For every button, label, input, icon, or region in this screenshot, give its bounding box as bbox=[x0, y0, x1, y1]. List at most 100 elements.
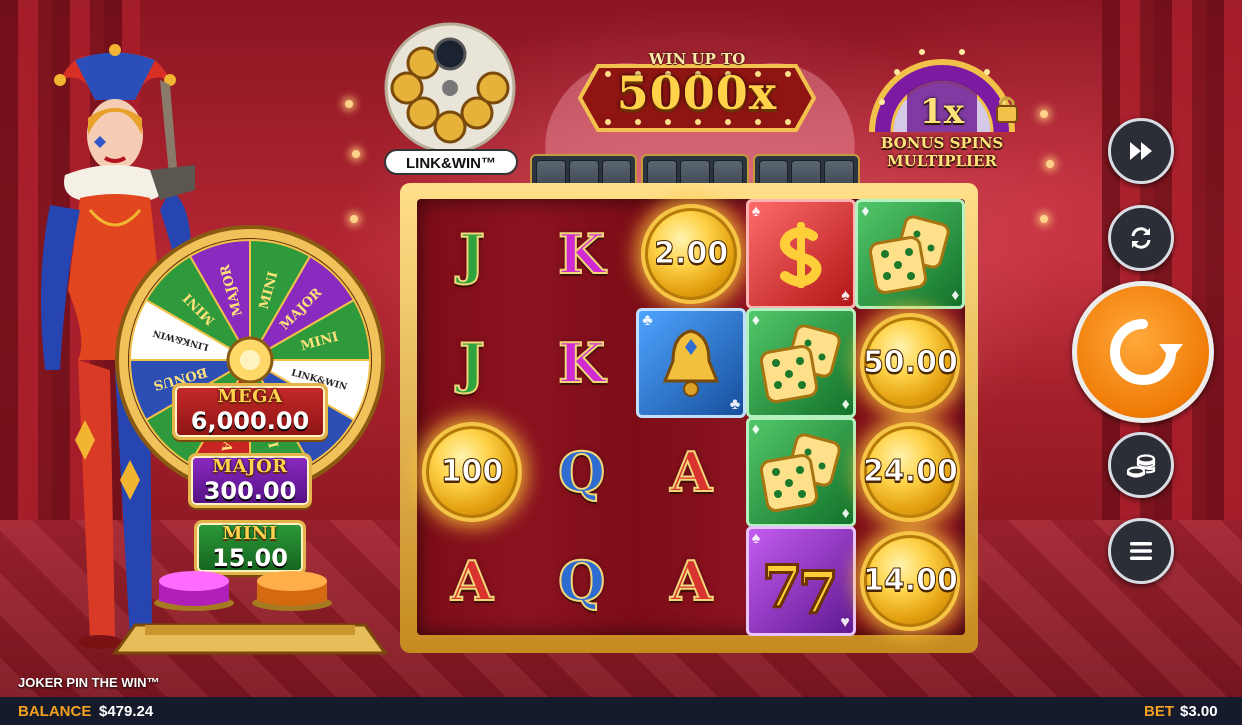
reel-symbol-bell: ♣ ♣ bbox=[636, 307, 747, 418]
suit-icon: ♣ bbox=[729, 395, 741, 413]
reel-symbol-k: K bbox=[527, 308, 637, 417]
marquee-light bbox=[1040, 110, 1048, 118]
turbo-button[interactable] bbox=[1108, 118, 1174, 184]
reel-frame: J K 2.00 ♠ ♠ ♦ ♦ J K ♣ ♣ ♦ ♦ 50.00 100 Q A ♦ ♦ 24.00 A Q A 7 7 ♠ ♥… bbox=[400, 183, 978, 653]
fast-forward-icon bbox=[1130, 142, 1152, 160]
bet-button[interactable] bbox=[1108, 432, 1174, 498]
dice-icon: ♦ ♦ bbox=[745, 307, 856, 418]
reel-symbol-a: A bbox=[417, 526, 527, 635]
reel-symbol-j: J bbox=[417, 308, 527, 417]
dice-icon: ♦ ♦ bbox=[745, 416, 856, 527]
cash-coin: 2.00 bbox=[636, 199, 746, 308]
reel-symbol-q: Q bbox=[527, 417, 637, 526]
reel-symbol-k: K bbox=[527, 199, 637, 308]
game-title: JOKER PIN THE WIN™ bbox=[18, 675, 160, 690]
wheel-stand bbox=[112, 623, 388, 655]
suit-icon: ♦ bbox=[841, 395, 850, 413]
suit-icon: ♦ bbox=[751, 311, 760, 329]
symbol-letter: K bbox=[557, 221, 606, 287]
symbol-letter: A bbox=[669, 439, 713, 505]
coin-icon: 50.00 bbox=[860, 312, 961, 413]
status-bar bbox=[0, 697, 1242, 725]
hamburger-menu-icon bbox=[1130, 542, 1152, 560]
reel-symbol-dice: ♦ ♦ bbox=[855, 198, 966, 309]
suit-icon: ♠ bbox=[841, 286, 850, 304]
jackpot-wheel: MINIMAJORMINILINK&WINBONUS SPINSMINIMEGA… bbox=[105, 225, 395, 655]
suit-icon: ♦ bbox=[751, 420, 760, 438]
mega-label: MEGA bbox=[217, 386, 283, 407]
reel-symbol-a: A bbox=[636, 417, 746, 526]
dollar-icon: ♠ ♠ bbox=[745, 198, 856, 309]
suit-icon: ♦ bbox=[841, 504, 850, 522]
multiplier-label-line2: MULTIPLIER bbox=[887, 152, 997, 170]
symbol-letter: A bbox=[450, 548, 494, 614]
suit-icon: ♣ bbox=[642, 311, 653, 329]
orange-push-button bbox=[252, 571, 332, 611]
cash-coin: 50.00 bbox=[855, 308, 965, 417]
spin-button[interactable] bbox=[1072, 281, 1214, 423]
svg-text:7: 7 bbox=[762, 553, 802, 621]
win-up-to-banner: WIN UP TO 5000x bbox=[578, 48, 816, 138]
dice-icon: ♦ ♦ bbox=[855, 198, 966, 309]
symbol-letter: J bbox=[458, 330, 486, 396]
mini-label: MINI bbox=[222, 523, 278, 544]
balance-label: BALANCE bbox=[18, 703, 92, 720]
reel-symbol-sevens: 7 7 ♠ ♥ bbox=[745, 525, 856, 636]
coin-icon: 2.00 bbox=[641, 203, 742, 304]
bell-icon: ♣ ♣ bbox=[636, 307, 747, 418]
marquee-light bbox=[350, 215, 358, 223]
sevens-icon: 7 7 ♠ ♥ bbox=[745, 525, 856, 636]
svg-text:7: 7 bbox=[798, 559, 838, 621]
spin-arrow-icon bbox=[1110, 319, 1183, 385]
reel-symbol-q: Q bbox=[527, 526, 637, 635]
game-stage: MINIMAJORMINILINK&WINBONUS SPINSMINIMEGA… bbox=[0, 0, 1242, 725]
purple-push-button bbox=[154, 571, 234, 611]
marquee-light bbox=[352, 150, 360, 158]
reel-symbol-a: A bbox=[636, 526, 746, 635]
symbol-letter: Q bbox=[557, 439, 606, 505]
coin-value: 14.00 bbox=[862, 563, 958, 599]
reel-symbol-dice: ♦ ♦ bbox=[745, 307, 856, 418]
symbol-letter: A bbox=[669, 548, 713, 614]
cash-coin: 100 bbox=[417, 417, 527, 526]
symbol-letter: Q bbox=[557, 548, 606, 614]
marquee-light bbox=[1040, 215, 1048, 223]
link-win-revolver: LINK&WIN™ bbox=[384, 22, 518, 175]
menu-button[interactable] bbox=[1108, 518, 1174, 584]
reel-grid: J K 2.00 ♠ ♠ ♦ ♦ J K ♣ ♣ ♦ ♦ 50.00 100 Q A ♦ ♦ 24.00 A Q A 7 7 ♠ ♥… bbox=[417, 198, 966, 636]
major-value: 300.00 bbox=[203, 477, 297, 505]
coin-stack-icon bbox=[1126, 454, 1156, 478]
suit-icon: ♦ bbox=[951, 286, 960, 304]
cash-coin: 24.00 bbox=[855, 417, 965, 526]
coin-icon: 14.00 bbox=[860, 530, 961, 631]
coin-value: 24.00 bbox=[862, 454, 958, 490]
mega-value: 6,000.00 bbox=[190, 407, 310, 435]
mega-jackpot-plaque: MEGA 6,000.00 bbox=[172, 383, 328, 440]
bet-value: $3.00 bbox=[1180, 703, 1218, 720]
reel-symbol-dollar: ♠ ♠ bbox=[745, 198, 856, 309]
reel-symbol-j: J bbox=[417, 199, 527, 308]
autoplay-button[interactable] bbox=[1108, 205, 1174, 271]
coin-icon: 24.00 bbox=[860, 421, 961, 522]
coin-value: 50.00 bbox=[862, 345, 958, 381]
coin-icon: 100 bbox=[422, 421, 522, 522]
suit-icon: ♠ bbox=[751, 529, 761, 547]
coin-value: 2.00 bbox=[654, 236, 729, 272]
link-win-logo-text: LINK&WIN™ bbox=[406, 155, 496, 172]
reel-symbol-dice: ♦ ♦ bbox=[745, 416, 856, 527]
major-label: MAJOR bbox=[212, 456, 288, 477]
suit-icon: ♥ bbox=[840, 613, 850, 631]
repeat-icon bbox=[1131, 227, 1151, 249]
marquee-light bbox=[345, 100, 353, 108]
suit-icon: ♠ bbox=[751, 202, 761, 220]
major-jackpot-plaque: MAJOR 300.00 bbox=[188, 453, 312, 508]
multiplier-label-line1: BONUS SPINS bbox=[880, 134, 1004, 152]
coin-value: 100 bbox=[440, 454, 504, 490]
symbol-letter: J bbox=[458, 221, 486, 287]
balance-value: $479.24 bbox=[99, 703, 154, 720]
cash-coin: 14.00 bbox=[855, 526, 965, 635]
marquee-light bbox=[1046, 160, 1054, 168]
lock-icon bbox=[996, 96, 1018, 123]
win-up-to-value: 5000x bbox=[616, 66, 778, 120]
suit-icon: ♦ bbox=[861, 202, 870, 220]
